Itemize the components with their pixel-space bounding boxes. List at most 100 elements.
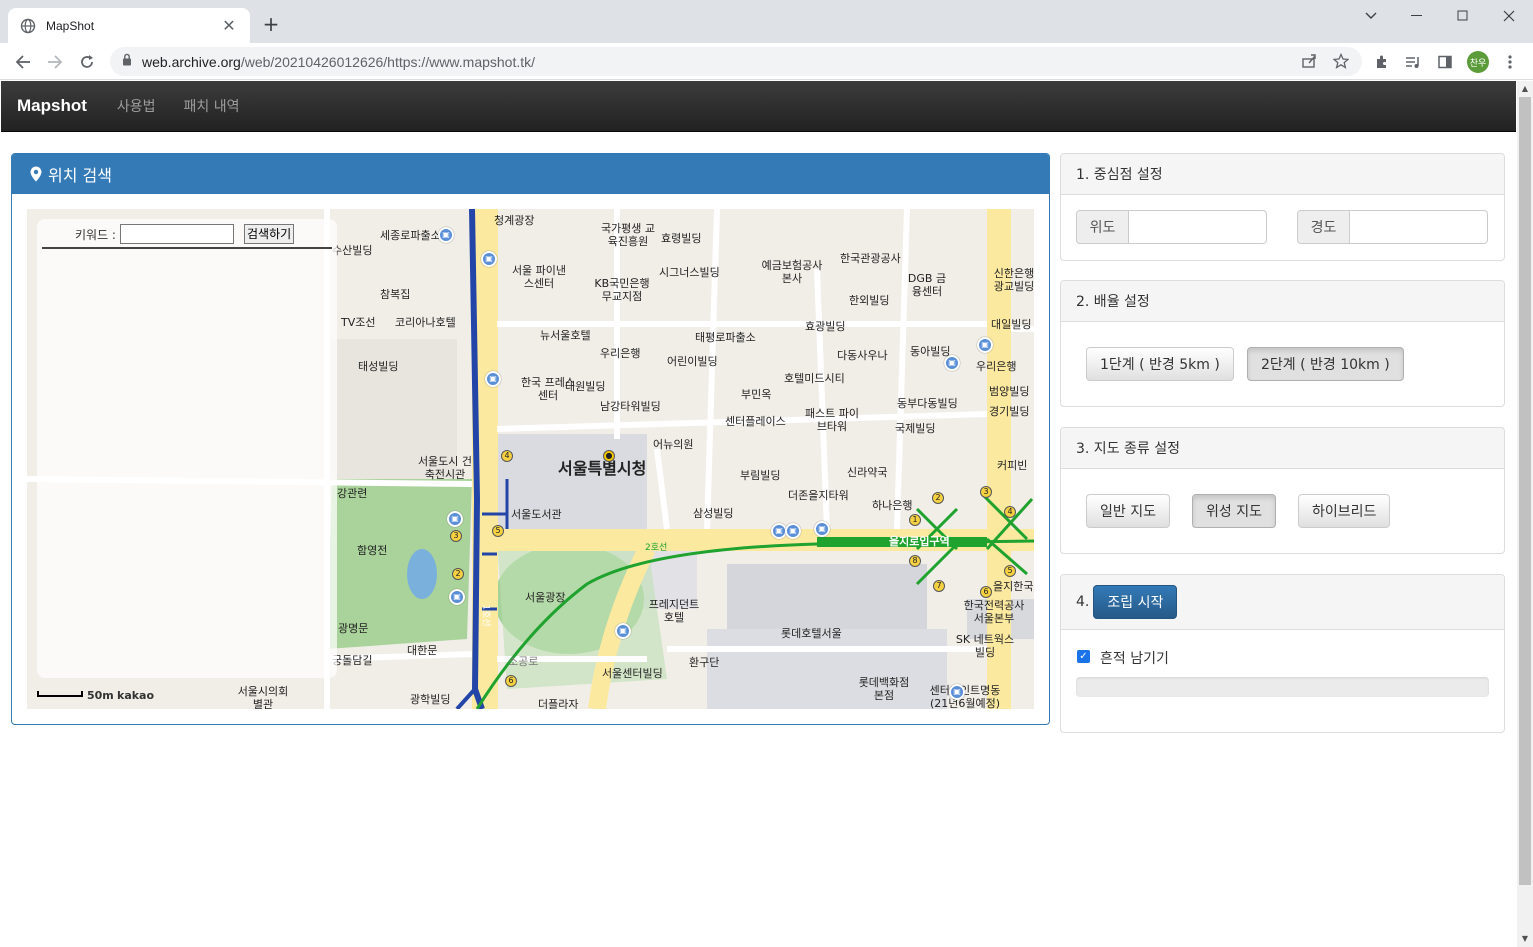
- bus-stop-icon[interactable]: ▣: [438, 227, 454, 243]
- bus-stop-icon[interactable]: ▣: [785, 523, 801, 539]
- subway-exit-icon: 2: [452, 568, 464, 580]
- share-icon[interactable]: [1300, 53, 1318, 71]
- brand-link[interactable]: Mapshot: [17, 96, 87, 116]
- map-label-gukje: 국제빌딩: [895, 422, 936, 435]
- map-label-euljiro-station: 을지로입구역: [889, 535, 950, 548]
- longitude-input[interactable]: [1350, 210, 1488, 244]
- bus-stop-icon[interactable]: ▣: [449, 589, 465, 605]
- keyword-input[interactable]: [119, 224, 234, 244]
- map-label-coffee: 커피빈: [997, 459, 1028, 472]
- map-label-cheonggye: 청계광장: [494, 214, 535, 227]
- zoom-panel-heading: 2. 배율 설정: [1061, 281, 1504, 322]
- bus-stop-icon[interactable]: ▣: [615, 623, 631, 639]
- subway-exit-icon: 4: [1004, 506, 1016, 518]
- map-label-gungdamgil: 궁돌담길: [332, 654, 373, 667]
- maptype-satellite-button[interactable]: 위성 지도: [1192, 494, 1276, 528]
- nav-link-patch-notes[interactable]: 패치 내역: [184, 96, 240, 116]
- bus-stop-icon[interactable]: ▣: [944, 355, 960, 371]
- back-icon[interactable]: [10, 49, 36, 75]
- scroll-down-icon[interactable]: ▼: [1517, 931, 1533, 947]
- browser-toolbar: web.archive.org/web/20210426012626/https…: [0, 43, 1533, 80]
- map-label-seoul-council: 서울시의회 별관: [237, 685, 289, 709]
- search-button[interactable]: 검색하기: [243, 224, 295, 244]
- media-control-icon[interactable]: [1402, 51, 1424, 73]
- subway-exit-icon: 5: [492, 525, 504, 537]
- side-panel-icon[interactable]: [1434, 51, 1456, 73]
- map-canvas[interactable]: 서울특별시청 서울광장 서울도서관 을지로입구역 2호선 1호선 청계광장 세종…: [27, 209, 1034, 709]
- map-label-signature: 시그너스빌딩: [659, 266, 720, 279]
- start-build-button[interactable]: 조립 시작: [1093, 585, 1178, 619]
- zoom-level-2-button[interactable]: 2단계 ( 반경 10km ): [1247, 347, 1404, 381]
- latitude-group: 위도: [1076, 210, 1267, 244]
- map-label-beomyang: 범양빌딩: [989, 385, 1030, 398]
- map-label-daewon: 대원빌딩: [565, 380, 606, 393]
- subway-exit-icon: 6: [505, 675, 517, 687]
- trace-label: 흔적 남기기: [1100, 651, 1169, 667]
- map-label-fast-five: 패스트 파이브타워: [804, 407, 860, 433]
- bus-stop-icon[interactable]: ▣: [977, 337, 993, 353]
- build-step-number: 4.: [1076, 594, 1090, 610]
- trace-checkbox[interactable]: ✓: [1077, 650, 1090, 663]
- bus-stop-icon[interactable]: ▣: [447, 511, 463, 527]
- keyword-search-box: 키워드 : 검색하기: [37, 219, 337, 678]
- zoom-level-1-button[interactable]: 1단계 ( 반경 5km ): [1086, 347, 1234, 381]
- bus-stop-icon[interactable]: ▣: [949, 684, 965, 700]
- bookmark-star-icon[interactable]: [1332, 52, 1350, 71]
- map-label-sejong: 세종로파출소: [380, 229, 441, 242]
- latitude-input[interactable]: [1129, 210, 1267, 244]
- minimize-icon[interactable]: [1394, 0, 1440, 32]
- map-label-thepl: 더플라자: [538, 698, 579, 709]
- forward-icon[interactable]: [42, 49, 68, 75]
- map-label-archive: 서울도시 건축전시관: [417, 455, 473, 481]
- map-label-tvjoseon: TV조선: [341, 316, 376, 329]
- nav-link-usage[interactable]: 사용법: [117, 96, 156, 116]
- center-panel: 1. 중심점 설정 위도 경도: [1060, 153, 1505, 261]
- subway-exit-icon: 6: [980, 586, 992, 598]
- address-bar[interactable]: web.archive.org/web/20210426012626/https…: [110, 47, 1362, 76]
- map-label-hanoe: 한외빌딩: [849, 294, 890, 307]
- map-label-library: 서울도서관: [511, 508, 562, 521]
- close-window-icon[interactable]: [1486, 0, 1532, 32]
- tab-title: MapShot: [46, 18, 95, 33]
- page-scrollbar[interactable]: ▲ ▼: [1517, 81, 1533, 947]
- map-label-president: 프레지던트 호텔: [648, 598, 700, 624]
- maptype-hybrid-button[interactable]: 하이브리드: [1298, 494, 1391, 528]
- map-label-hotel-midcity: 호텔미드시티: [784, 372, 845, 385]
- map-label-euljihanguk: 을지한국: [993, 580, 1034, 593]
- browser-tab[interactable]: MapShot ✕: [8, 8, 250, 43]
- map-label-gwangmyeong: 광명문: [338, 622, 369, 635]
- search-results-divider: [42, 247, 332, 249]
- map-label-national: 국가평생 교육진흥원: [600, 222, 656, 248]
- maximize-icon[interactable]: [1440, 0, 1486, 32]
- map-label-centerplace: 센터플레이스: [725, 415, 786, 428]
- map-label-sogong: 소공로: [508, 655, 539, 668]
- map-label-myeongdong: 센터포인트명동 (21년6월예정): [929, 684, 1001, 709]
- map-label-sk: SK 네트웍스빌딩: [955, 633, 1015, 659]
- map-label-burim: 부림빌딩: [740, 469, 781, 482]
- map-label-hana: 하나은행: [872, 499, 913, 512]
- subway-exit-icon: 1: [909, 514, 921, 526]
- kebab-menu-icon[interactable]: [1499, 51, 1521, 73]
- map-label-chambokjip: 참복집: [380, 288, 411, 301]
- maptype-panel: 3. 지도 종류 설정 일반 지도 위성 지도 하이브리드: [1060, 427, 1505, 554]
- map-label-line2: 2호선: [645, 543, 668, 553]
- scrollbar-thumb[interactable]: [1519, 97, 1531, 885]
- bus-stop-icon[interactable]: ▣: [814, 521, 830, 537]
- tab-search-icon[interactable]: [1348, 0, 1394, 32]
- maptype-normal-button[interactable]: 일반 지도: [1086, 494, 1170, 528]
- tab-close-icon[interactable]: ✕: [220, 16, 238, 35]
- new-tab-icon[interactable]: +: [259, 12, 283, 36]
- profile-avatar[interactable]: 찬우: [1467, 51, 1489, 73]
- reload-icon[interactable]: [74, 49, 100, 75]
- bus-stop-icon[interactable]: ▣: [481, 251, 497, 267]
- scale-bar-line: [37, 691, 83, 697]
- map-label-dongbu: 동부다동빌딩: [897, 397, 958, 410]
- map-label-plaza: 서울광장: [525, 591, 566, 604]
- search-panel-heading: 위치 검색: [12, 154, 1049, 194]
- extensions-icon[interactable]: [1371, 51, 1393, 73]
- map-label-gwanghak: 광학빌딩: [410, 693, 451, 706]
- scroll-up-icon[interactable]: ▲: [1517, 81, 1533, 97]
- map-label-hamyeong: 함영전: [357, 544, 388, 557]
- bus-stop-icon[interactable]: ▣: [485, 371, 501, 387]
- longitude-group: 경도: [1297, 210, 1488, 244]
